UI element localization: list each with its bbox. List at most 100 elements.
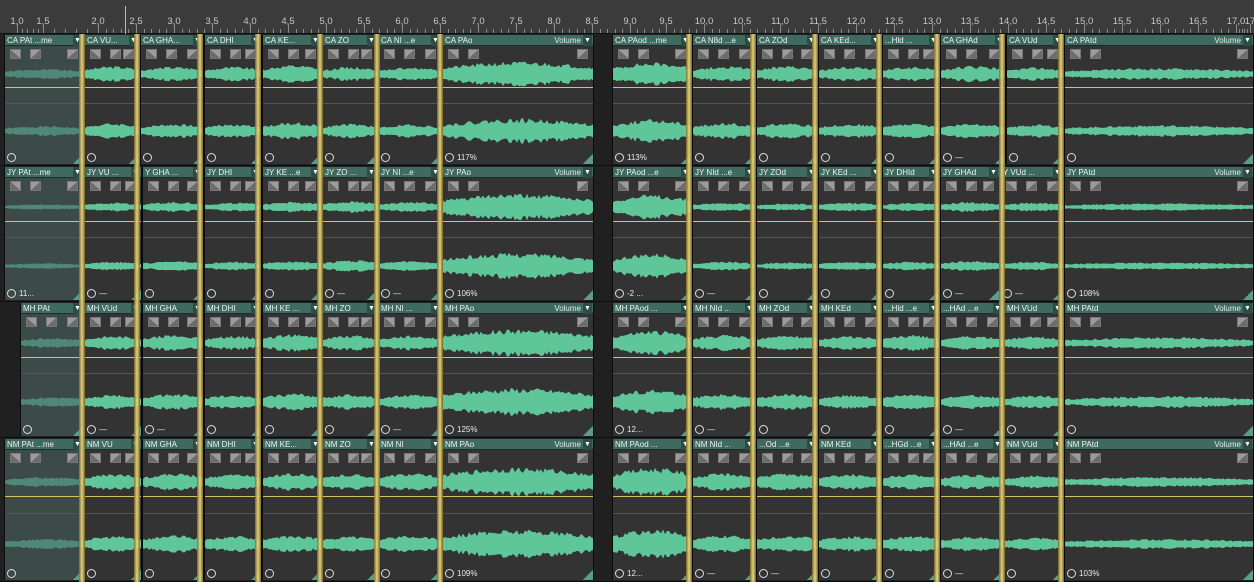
fade-in-icon[interactable] (90, 453, 101, 463)
clip-header[interactable]: ...Hld ...▼ (883, 35, 939, 46)
audio-clip[interactable]: NM KEd▼ (818, 439, 882, 580)
stretch-mode-icon[interactable] (615, 425, 624, 435)
fade-in-icon[interactable] (448, 317, 459, 327)
fade-in-icon[interactable] (10, 453, 21, 463)
stretch-mode-icon[interactable] (145, 569, 154, 579)
audio-clip[interactable]: CA KEd...▼ (818, 35, 882, 164)
fade-out-icon[interactable] (865, 49, 876, 59)
fade-out-icon[interactable] (67, 317, 78, 327)
clip-boundary-marker[interactable] (750, 34, 756, 582)
clip-menu-arrow-icon[interactable]: ▼ (583, 439, 592, 450)
fade-out-icon[interactable] (844, 453, 855, 463)
fade-out-icon[interactable] (404, 453, 415, 463)
fade-in-icon[interactable] (1006, 181, 1017, 191)
timeline-ruler[interactable]: 1,0 1,5 2,0 2,5 3,0 3,5 4,0 4,5 5,0 5,5 6,0 6,5 7,0 7… (0, 0, 1254, 34)
fade-out-icon[interactable] (361, 49, 372, 59)
audio-clip[interactable]: NM NId ...▼ — (692, 439, 756, 580)
clip-boundary-marker[interactable] (1058, 34, 1064, 582)
fade-in-icon[interactable] (268, 317, 279, 327)
clip-volume-label[interactable]: Volume (554, 167, 581, 178)
audio-clip[interactable]: JY DHI▼ (204, 167, 262, 300)
clip-header[interactable]: MH ZOd▼ (757, 303, 817, 314)
clip-header[interactable]: MH VUd▼ (85, 303, 141, 314)
fade-out-icon[interactable] (30, 49, 41, 59)
fade-in-icon[interactable] (888, 181, 899, 191)
fade-out-icon[interactable] (288, 453, 299, 463)
clip-header[interactable]: MH NI ... ▼ (379, 303, 441, 314)
stretch-mode-icon[interactable] (943, 425, 952, 435)
stretch-mode-icon[interactable] (87, 425, 96, 435)
audio-clip[interactable]: Y VUd ...▼ — (1000, 167, 1064, 300)
audio-clip[interactable]: MH PAo Volume ▼ 125% (442, 303, 594, 436)
clip-volume-label[interactable]: Volume (554, 303, 581, 314)
fade-in-icon[interactable] (1070, 317, 1081, 327)
stretch-mode-icon[interactable] (759, 569, 768, 579)
fade-out-icon[interactable] (638, 453, 649, 463)
fade-in-icon[interactable] (146, 49, 157, 59)
stretch-mode-icon[interactable] (145, 425, 154, 435)
fade-out-icon[interactable] (110, 49, 121, 59)
audio-clip[interactable]: JY PAo Volume ▼ 106% (442, 167, 594, 300)
stretch-mode-icon[interactable] (7, 569, 16, 579)
fade-out-icon[interactable] (1237, 49, 1248, 59)
audio-clip[interactable]: JY PAod ...e▼ -2 ... (612, 167, 692, 300)
audio-clip[interactable]: ...HGd ...e▼ (882, 439, 940, 580)
fade-out-icon[interactable] (30, 181, 41, 191)
audio-clip[interactable]: CA ZO ▼ (322, 35, 378, 164)
clip-boundary-marker[interactable] (317, 34, 323, 582)
audio-clip[interactable]: NM VUd▼ (1004, 439, 1064, 580)
audio-clip[interactable]: CA ZOd▼ (756, 35, 818, 164)
fade-out-icon[interactable] (577, 317, 588, 327)
audio-clip[interactable]: JY PAtd Volume ▼ 108% (1064, 167, 1254, 300)
fade-out-icon[interactable] (908, 49, 919, 59)
audio-clip[interactable]: MH GHA▼ — (142, 303, 204, 436)
fade-out-icon[interactable] (923, 49, 934, 59)
fade-in-icon[interactable] (888, 49, 899, 59)
fade-in-icon[interactable] (90, 49, 101, 59)
fade-in-icon[interactable] (328, 453, 339, 463)
clip-header[interactable]: NM KEd▼ (819, 439, 881, 450)
stretch-mode-icon[interactable] (265, 425, 274, 435)
clip-header[interactable]: MH PAtd Volume ▼ (1065, 303, 1253, 314)
audio-clip[interactable]: CA KE... ▼ (262, 35, 322, 164)
clip-header[interactable]: JY KEd ...▼ (819, 167, 881, 178)
fade-out-icon[interactable] (305, 453, 316, 463)
fade-out-icon[interactable] (1032, 49, 1043, 59)
stretch-mode-icon[interactable] (1067, 153, 1076, 163)
audio-clip[interactable]: CA GHAd▼ — (940, 35, 1006, 164)
fade-out-icon[interactable] (987, 453, 998, 463)
fade-in-icon[interactable] (90, 181, 101, 191)
fade-in-icon[interactable] (698, 181, 709, 191)
stretch-mode-icon[interactable] (265, 289, 274, 299)
fade-out-icon[interactable] (577, 181, 588, 191)
stretch-mode-icon[interactable] (325, 569, 334, 579)
fade-out-icon[interactable] (1047, 453, 1058, 463)
fade-in-icon[interactable] (1070, 181, 1081, 191)
fade-out-icon[interactable] (1047, 317, 1058, 327)
stretch-mode-icon[interactable] (885, 425, 894, 435)
audio-clip[interactable]: MH DHI▼ (204, 303, 262, 436)
audio-clip[interactable]: NM PAt ...me ▼ (4, 439, 84, 580)
fade-out-icon[interactable] (425, 49, 436, 59)
fade-out-icon[interactable] (577, 453, 588, 463)
clip-header[interactable]: MH PAod ...▼ (613, 303, 691, 314)
audio-clip[interactable]: NM PAo Volume ▼ 109% (442, 439, 594, 580)
fade-out-icon[interactable] (305, 181, 316, 191)
fade-out-icon[interactable] (168, 317, 179, 327)
fade-in-icon[interactable] (888, 453, 899, 463)
fade-in-icon[interactable] (10, 49, 21, 59)
clip-header[interactable]: JY DHId▼ (883, 167, 939, 178)
crossfade-handle[interactable] (1243, 290, 1253, 300)
stretch-mode-icon[interactable] (885, 153, 894, 163)
fade-in-icon[interactable] (10, 181, 21, 191)
clip-header[interactable]: JY ZO ... ▼ (323, 167, 377, 178)
clip-header[interactable]: MH PAo Volume ▼ (443, 303, 593, 314)
clip-header[interactable]: CA ZO ▼ (323, 35, 377, 46)
fade-out-icon[interactable] (1237, 453, 1248, 463)
clip-header[interactable]: JY PAod ...e▼ (613, 167, 691, 178)
clip-header[interactable]: NM VUd▼ (1005, 439, 1063, 450)
fade-out-icon[interactable] (361, 181, 372, 191)
clip-header[interactable]: JY PAt ...me ▼ (5, 167, 83, 178)
fade-in-icon[interactable] (448, 181, 459, 191)
fade-out-icon[interactable] (1047, 181, 1058, 191)
